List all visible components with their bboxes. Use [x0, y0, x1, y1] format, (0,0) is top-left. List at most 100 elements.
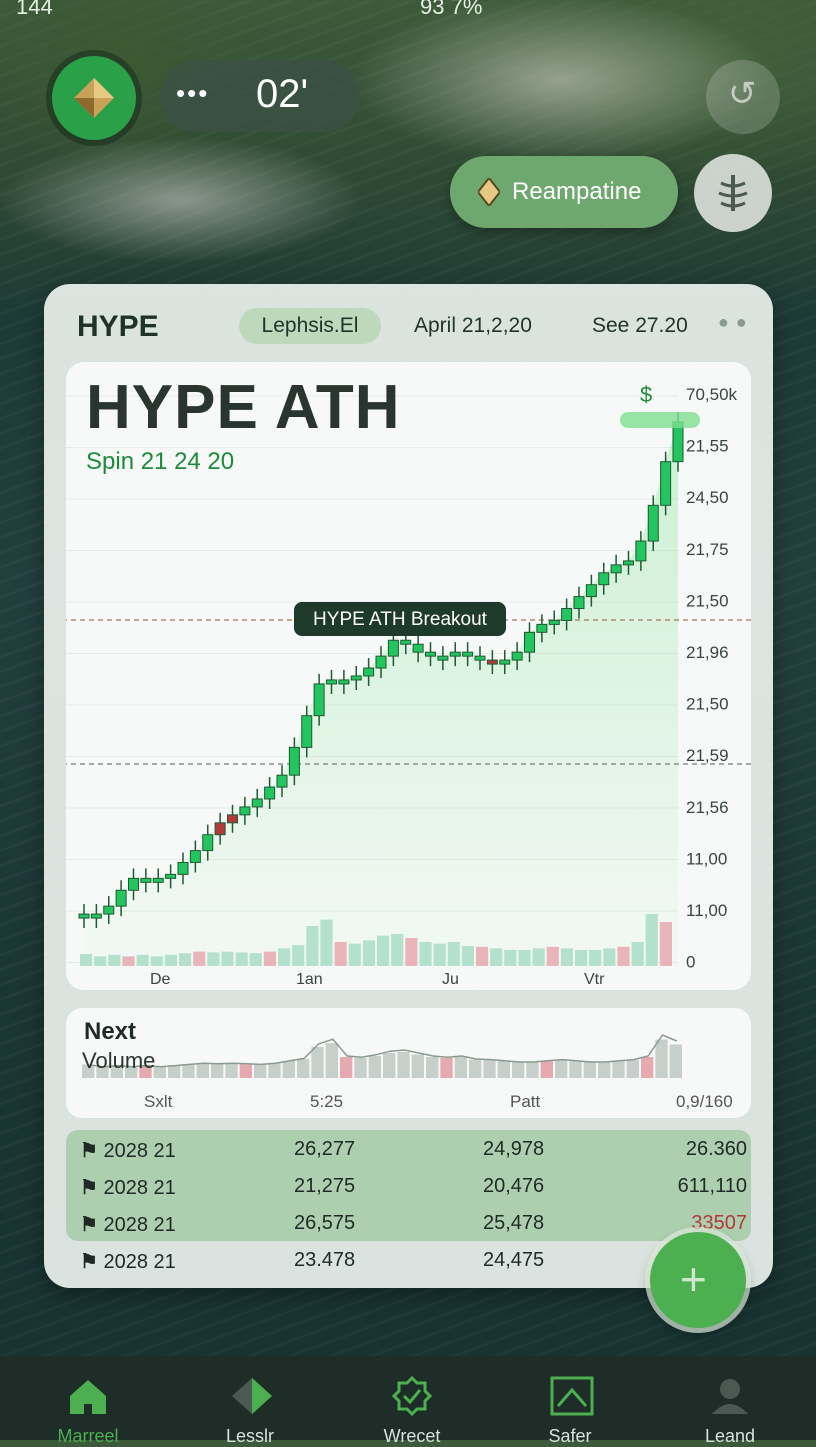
volume-panel[interactable]: Next Volume Sxlt 5:25 Patt 0,9/160: [66, 1008, 751, 1118]
candle-body: [90, 913, 102, 919]
volume-mini-bar: [583, 1062, 596, 1078]
nav-label: Lesslr: [225, 1426, 274, 1446]
volume-mini-bar: [612, 1061, 625, 1078]
candle: [660, 451, 672, 516]
volume-mini-bar: [225, 1063, 238, 1078]
candle-body: [251, 798, 263, 808]
volume-bar: [575, 950, 588, 966]
volume-mini-bar: [540, 1061, 553, 1078]
breakout-label: HYPE ATH Breakout: [313, 609, 488, 630]
volume-bar: [532, 948, 545, 966]
timer-pill[interactable]: ••• 02': [160, 60, 360, 132]
row-date: ⚑ 2028 21: [80, 1214, 176, 1236]
row-change: 611,110: [677, 1175, 747, 1197]
symbol-label: HYPE: [77, 310, 159, 343]
candle-body: [375, 655, 387, 669]
volume-mini-bar: [483, 1060, 496, 1078]
candle-body: [78, 913, 90, 919]
volume-bar: [306, 926, 319, 966]
volume-bar: [377, 935, 390, 966]
breakout-annotation[interactable]: HYPE ATH Breakout: [294, 602, 506, 636]
diamond-icon: [232, 1378, 272, 1414]
volume-panel-title: Next: [84, 1018, 137, 1045]
more-options-icon[interactable]: ● ●: [718, 312, 748, 333]
nav-item-marreel[interactable]: Marreel: [28, 1356, 148, 1446]
card-header: HYPE Lephsis.El April 21,2,20 See 27.20 …: [44, 284, 773, 364]
nav-item-leand[interactable]: Leand: [670, 1356, 790, 1446]
date-range-end[interactable]: See 27.20: [592, 314, 688, 338]
volume-mini-bar: [153, 1066, 166, 1078]
x-tick-label: 1an: [296, 971, 323, 988]
profile-icon: [712, 1379, 748, 1414]
volume-mini-bar: [168, 1065, 181, 1078]
volume-bar: [362, 940, 375, 966]
undo-button[interactable]: ↺: [706, 60, 780, 134]
signal-left: 144: [16, 0, 53, 19]
candle-body: [474, 655, 486, 661]
chart-subtitle: Spin 21 24 20: [86, 448, 235, 475]
candle-body: [313, 683, 325, 717]
volume-bar: [433, 943, 446, 966]
table-row[interactable]: ⚑ 2028 21 23.478 24,475: [66, 1241, 751, 1278]
volume-mini-bar: [454, 1057, 467, 1078]
date-range-start[interactable]: April 21,2,20: [414, 314, 532, 338]
volume-bar: [94, 956, 107, 966]
table-row[interactable]: ⚑ 2028 21 21,275 20,476 611,110: [66, 1167, 751, 1204]
candle-body: [400, 639, 412, 645]
add-fab-button[interactable]: +: [650, 1232, 746, 1328]
volume-mini-bar: [512, 1062, 525, 1078]
volume-mini-bar: [354, 1058, 367, 1078]
y-tick-label: 21,50: [686, 591, 729, 610]
volume-bar: [193, 951, 206, 966]
row-date: ⚑ 2028 21: [80, 1251, 176, 1273]
volume-mini-bar: [626, 1060, 639, 1078]
volume-trend-line: [89, 1034, 678, 1068]
table-row[interactable]: ⚑ 2028 21 26,277 24,978 26.360: [66, 1130, 751, 1167]
candle-body: [202, 834, 214, 852]
chart-frame-icon: [550, 1376, 594, 1416]
candle-body: [288, 746, 300, 776]
volume-bar: [603, 948, 616, 966]
y-tick-label: 0: [686, 953, 695, 972]
nav-label: Wrecet: [383, 1426, 441, 1446]
price-chart[interactable]: 70,50k 21,55 24,50 21,75 21,50 21,96 21,50 21,5…: [66, 362, 751, 990]
volume-mini-bar: [254, 1064, 267, 1078]
volume-bar: [348, 943, 361, 966]
volume-mini-bar: [426, 1057, 439, 1078]
volume-bar: [207, 952, 220, 966]
market-card: HYPE Lephsis.El April 21,2,20 See 27.20 …: [44, 284, 773, 1288]
nav-item-lesslr[interactable]: Lesslr: [190, 1356, 310, 1446]
candle-body: [227, 814, 238, 824]
candle-body: [140, 877, 152, 883]
volume-bar: [136, 954, 149, 966]
volume-mini-bar: [297, 1059, 310, 1078]
table-row[interactable]: ⚑ 2028 21 26,575 25,478 33507: [66, 1204, 751, 1241]
candle-body: [128, 877, 139, 891]
y-tick-label: 11,00: [686, 849, 727, 868]
y-tick-label: 70,50k: [686, 385, 738, 404]
volume-mini-bar: [655, 1039, 668, 1078]
volume-mini-bar: [411, 1054, 424, 1078]
candle-body: [486, 659, 498, 665]
nav-item-safer[interactable]: Safer: [510, 1356, 630, 1446]
app-logo-button[interactable]: [52, 56, 136, 140]
volume-mini-bar: [598, 1062, 611, 1078]
candle-body: [115, 889, 127, 907]
status-right: 93 7%: [420, 0, 483, 19]
candle-body: [598, 572, 610, 586]
candle-body: [610, 564, 622, 574]
volume-mini-bar: [211, 1063, 224, 1078]
filter-chip[interactable]: Lephsis.El: [239, 308, 381, 344]
tools-button[interactable]: [694, 154, 772, 232]
bottom-navigation: Marreel Lesslr Wrecet Safer Leand: [0, 1356, 816, 1446]
row-close: 25,478: [483, 1212, 545, 1234]
volume-bar: [631, 942, 644, 966]
nav-item-wrecet[interactable]: Wrecet: [352, 1356, 472, 1446]
row-open: 23.478: [294, 1249, 356, 1271]
price-area: [84, 422, 678, 966]
nav-label: Leand: [704, 1426, 756, 1446]
reampatine-button[interactable]: Reampatine: [450, 156, 678, 228]
volume-bar: [518, 950, 531, 966]
volume-bar: [560, 948, 573, 966]
candle-body: [165, 873, 177, 879]
